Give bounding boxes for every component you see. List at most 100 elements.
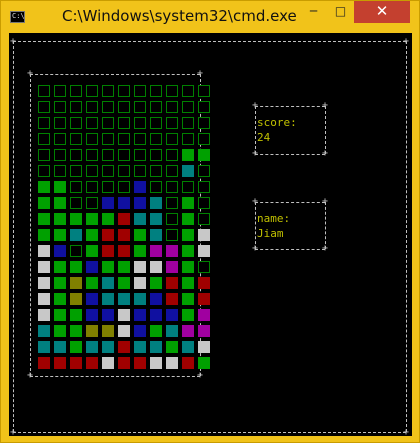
filled-block — [198, 245, 210, 257]
filled-block — [182, 229, 194, 241]
empty-cell — [102, 85, 114, 97]
empty-cell — [70, 117, 82, 129]
empty-cell — [150, 133, 162, 145]
filled-block — [134, 261, 146, 273]
filled-block — [70, 309, 82, 321]
title-bar[interactable]: C:\ C:\Windows\system32\cmd.exe ─ □ ✕ — [1, 1, 420, 33]
board-frame-corner: + — [197, 68, 204, 79]
filled-block — [150, 197, 162, 209]
outer-frame-corner: + — [403, 427, 410, 437]
empty-cell — [38, 165, 50, 177]
empty-cell — [166, 133, 178, 145]
empty-cell — [102, 117, 114, 129]
filled-block — [134, 341, 146, 353]
filled-block — [86, 341, 98, 353]
filled-block — [118, 357, 130, 369]
empty-cell — [102, 149, 114, 161]
name-box-top — [255, 202, 325, 203]
filled-block — [38, 293, 50, 305]
empty-cell — [150, 181, 162, 193]
empty-cell — [134, 101, 146, 113]
empty-cell — [86, 197, 98, 209]
filled-block — [182, 325, 194, 337]
empty-cell — [118, 133, 130, 145]
window-title: C:\Windows\system32\cmd.exe — [62, 7, 297, 25]
filled-block — [118, 213, 130, 225]
empty-cell — [134, 133, 146, 145]
empty-cell — [182, 101, 194, 113]
filled-block — [86, 261, 98, 273]
empty-cell — [102, 101, 114, 113]
filled-block — [38, 245, 50, 257]
maximize-button[interactable]: □ — [327, 1, 354, 23]
empty-cell — [70, 165, 82, 177]
filled-block — [134, 309, 146, 321]
empty-cell — [166, 85, 178, 97]
outer-frame-corner: + — [403, 36, 410, 47]
filled-block — [198, 357, 210, 369]
filled-block — [54, 277, 66, 289]
filled-block — [198, 277, 210, 289]
filled-block — [86, 309, 98, 321]
empty-cell — [150, 85, 162, 97]
filled-block — [150, 309, 162, 321]
empty-cell — [198, 133, 210, 145]
console-app-icon-text: C:\ — [12, 12, 25, 20]
filled-block — [198, 149, 210, 161]
filled-block — [118, 309, 130, 321]
name-box-left — [255, 202, 256, 249]
empty-cell — [166, 117, 178, 129]
filled-block — [102, 197, 114, 209]
score-box-top — [255, 106, 325, 107]
filled-block — [118, 341, 130, 353]
filled-block — [70, 277, 82, 289]
score-box-corner: + — [322, 148, 329, 159]
filled-block — [38, 197, 50, 209]
empty-cell — [102, 133, 114, 145]
filled-block — [54, 181, 66, 193]
empty-cell — [134, 117, 146, 129]
filled-block — [70, 229, 82, 241]
filled-block — [118, 293, 130, 305]
filled-block — [54, 341, 66, 353]
empty-cell — [198, 101, 210, 113]
empty-cell — [166, 213, 178, 225]
filled-block — [54, 213, 66, 225]
filled-block — [54, 293, 66, 305]
name-box-right — [325, 202, 326, 249]
filled-block — [102, 341, 114, 353]
filled-block — [38, 357, 50, 369]
filled-block — [150, 229, 162, 241]
minimize-button[interactable]: ─ — [300, 1, 327, 23]
console-area[interactable]: + + + + + + + + + + + + score: 24 + + + … — [9, 33, 412, 436]
empty-cell — [86, 165, 98, 177]
empty-cell — [166, 181, 178, 193]
empty-cell — [118, 85, 130, 97]
console-app-icon[interactable]: C:\ — [10, 11, 25, 23]
empty-cell — [54, 165, 66, 177]
empty-cell — [70, 181, 82, 193]
filled-block — [182, 149, 194, 161]
filled-block — [118, 245, 130, 257]
filled-block — [54, 357, 66, 369]
filled-block — [54, 229, 66, 241]
empty-cell — [86, 85, 98, 97]
score-box-bottom — [255, 154, 325, 155]
filled-block — [54, 245, 66, 257]
filled-block — [118, 229, 130, 241]
filled-block — [166, 277, 178, 289]
filled-block — [102, 293, 114, 305]
filled-block — [198, 325, 210, 337]
filled-block — [54, 197, 66, 209]
filled-block — [118, 261, 130, 273]
empty-cell — [54, 133, 66, 145]
empty-cell — [118, 181, 130, 193]
empty-cell — [198, 213, 210, 225]
filled-block — [102, 309, 114, 321]
empty-cell — [150, 149, 162, 161]
filled-block — [182, 341, 194, 353]
filled-block — [150, 261, 162, 273]
close-button[interactable]: ✕ — [354, 1, 410, 23]
filled-block — [70, 293, 82, 305]
filled-block — [118, 325, 130, 337]
